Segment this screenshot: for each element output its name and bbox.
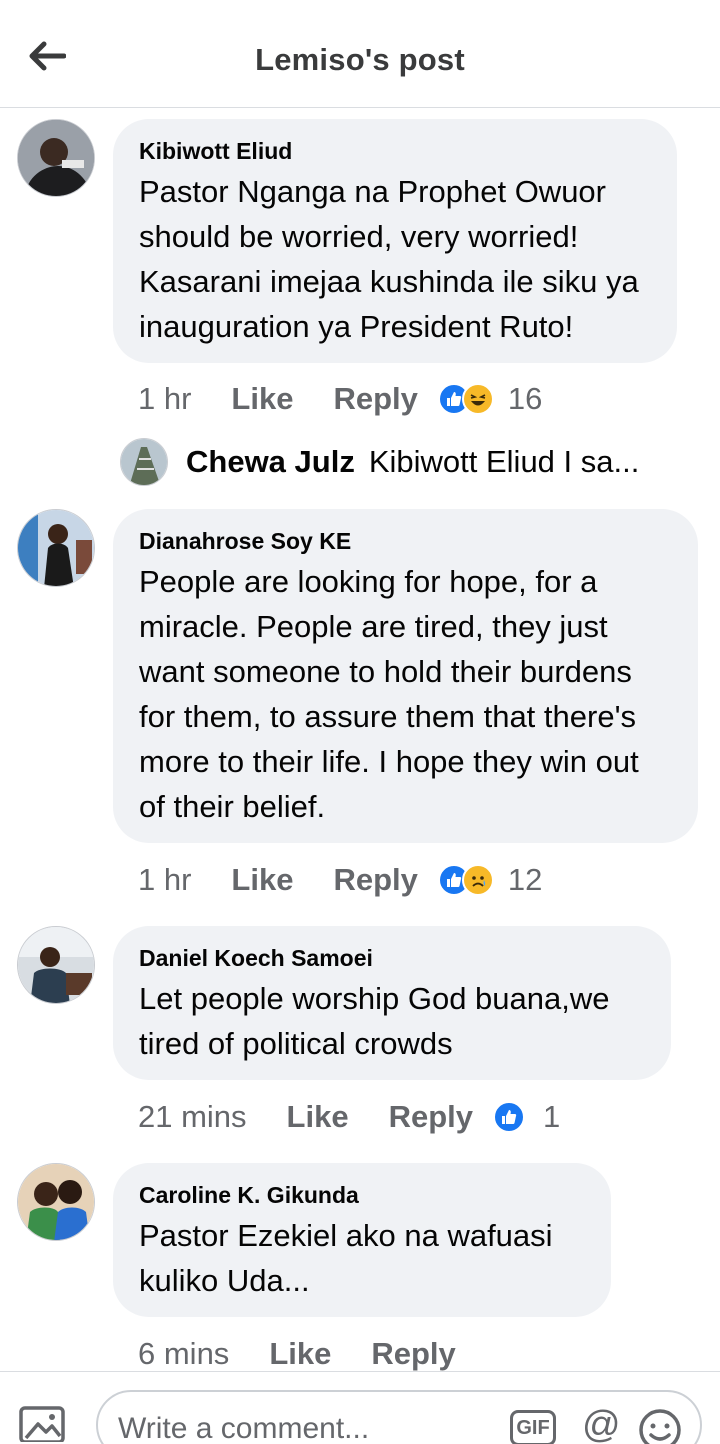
reply-author: Chewa Julz	[186, 444, 355, 479]
avatar	[120, 438, 168, 486]
like-button[interactable]: Like	[287, 1099, 349, 1135]
reply-button[interactable]: Reply	[333, 862, 417, 898]
comment-actions: 1 hr Like Reply 16	[138, 379, 542, 419]
laugh-icon	[461, 383, 494, 415]
reaction-count: 16	[507, 381, 543, 416]
comment-composer: Write a comment... GIF @	[0, 1371, 720, 1444]
comment-bubble: Caroline K. Gikunda Pastor Ezekiel ako n…	[113, 1163, 611, 1317]
sad-icon	[461, 864, 494, 896]
profile-photo	[18, 1164, 94, 1240]
avatar[interactable]	[17, 509, 95, 587]
comment-text: Let people worship God buana,we tired of…	[139, 981, 610, 1061]
profile-photo	[18, 927, 94, 1003]
comment-time: 21 mins	[138, 1099, 247, 1134]
reply-button[interactable]: Reply	[371, 1336, 455, 1372]
comment-bubble: Kibiwott Eliud Pastor Nganga na Prophet …	[113, 119, 677, 363]
photo-button[interactable]	[18, 1402, 72, 1444]
like-icon	[493, 1101, 525, 1133]
reaction-count: 1	[543, 1099, 561, 1134]
reply-preview[interactable]: Chewa Julz Kibiwott Eliud I sa...	[120, 436, 639, 488]
avatar[interactable]	[17, 926, 95, 1004]
comment-input[interactable]: Write a comment... GIF @	[96, 1390, 702, 1444]
comment-text: Pastor Ezekiel ako na wafuasi kuliko Uda…	[139, 1218, 553, 1298]
profile-photo	[18, 510, 94, 586]
comment-author[interactable]: Caroline K. Gikunda	[139, 1181, 585, 1209]
comment-author[interactable]: Kibiwott Eliud	[139, 137, 651, 165]
comment-author[interactable]: Daniel Koech Samoei	[139, 944, 645, 972]
page-title: Lemiso's post	[255, 42, 465, 77]
profile-photo	[18, 120, 94, 196]
reply-text: Kibiwott Eliud I sa...	[368, 444, 640, 479]
comment-time: 6 mins	[138, 1336, 230, 1371]
reply-button[interactable]: Reply	[333, 381, 417, 417]
reactions[interactable]	[493, 1101, 525, 1133]
gif-button[interactable]: GIF	[510, 1410, 556, 1444]
comment-bubble: Dianahrose Soy KE People are looking for…	[113, 509, 698, 843]
comment-input-placeholder: Write a comment...	[118, 1412, 370, 1444]
comment-time: 1 hr	[138, 381, 192, 416]
emoji-button[interactable]	[638, 1408, 682, 1444]
smiley-icon	[639, 1409, 681, 1444]
comment-actions: 1 hr Like Reply 12	[138, 860, 542, 900]
reply-button[interactable]: Reply	[389, 1099, 473, 1135]
like-button[interactable]: Like	[231, 862, 293, 898]
reaction-count: 12	[507, 862, 543, 897]
profile-photo	[121, 439, 167, 485]
reactions[interactable]	[437, 383, 494, 415]
comment-time: 1 hr	[138, 862, 192, 897]
avatar[interactable]	[17, 1163, 95, 1241]
comment-bubble: Daniel Koech Samoei Let people worship G…	[113, 926, 671, 1080]
like-button[interactable]: Like	[269, 1336, 331, 1372]
comment-author[interactable]: Dianahrose Soy KE	[139, 527, 672, 555]
comment-text: Pastor Nganga na Prophet Owuor should be…	[139, 174, 639, 344]
reactions[interactable]	[437, 864, 494, 896]
comment-text: People are looking for hope, for a mirac…	[139, 564, 639, 824]
mention-button[interactable]: @	[582, 1404, 621, 1444]
comment-actions: 6 mins Like Reply	[138, 1334, 496, 1374]
like-button[interactable]: Like	[231, 381, 293, 417]
avatar[interactable]	[17, 119, 95, 197]
comment-actions: 21 mins Like Reply 1	[138, 1097, 560, 1137]
photo-icon	[19, 1406, 65, 1444]
post-header: Lemiso's post	[0, 0, 720, 108]
